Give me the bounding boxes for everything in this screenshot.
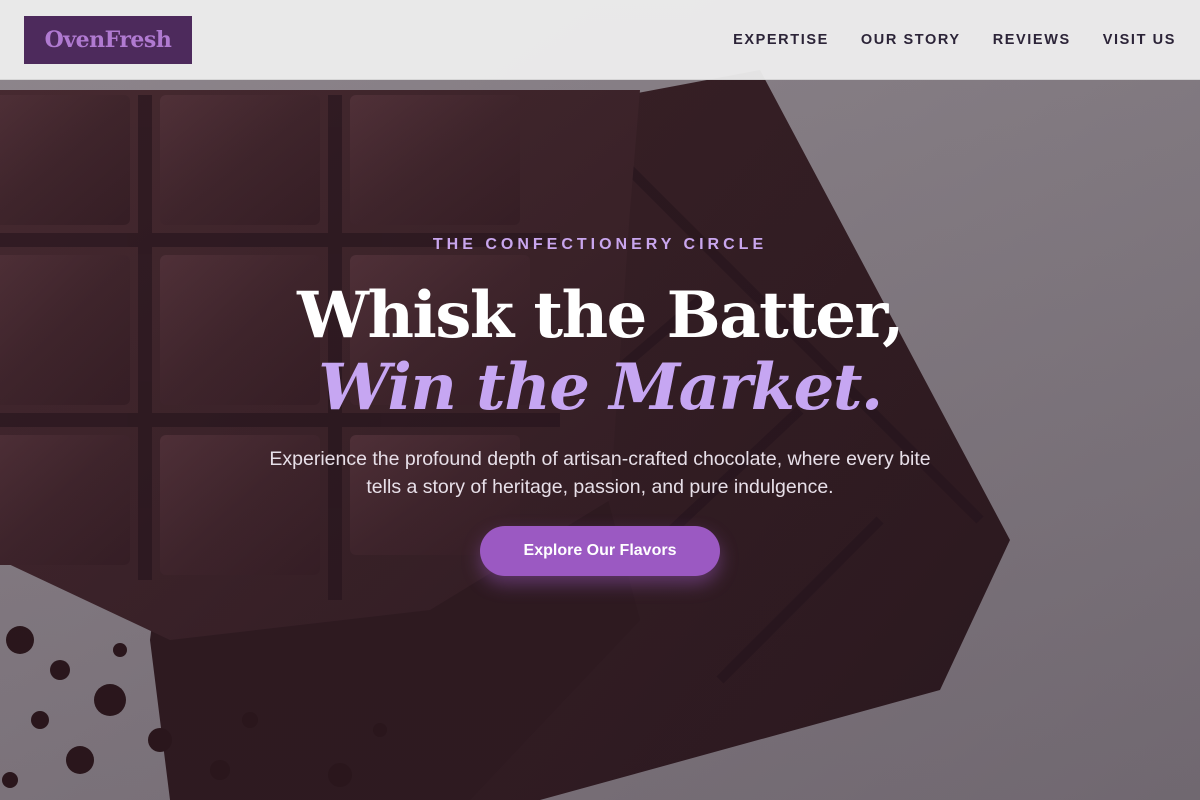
explore-flavors-button[interactable]: Explore Our Flavors <box>480 526 720 576</box>
hero-subtext: Experience the profound depth of artisan… <box>269 448 931 498</box>
hero-section: THE CONFECTIONERY CIRCLE Whisk the Batte… <box>0 0 1200 800</box>
hero-headline-line2: Win the Market. <box>318 350 883 425</box>
hero-headline-line1: Whisk the Batter, <box>297 278 904 353</box>
hero-eyebrow: THE CONFECTIONERY CIRCLE <box>432 236 768 253</box>
landing-page: OvenFresh EXPERTISE OUR STORY REVIEWS VI… <box>0 0 1200 800</box>
